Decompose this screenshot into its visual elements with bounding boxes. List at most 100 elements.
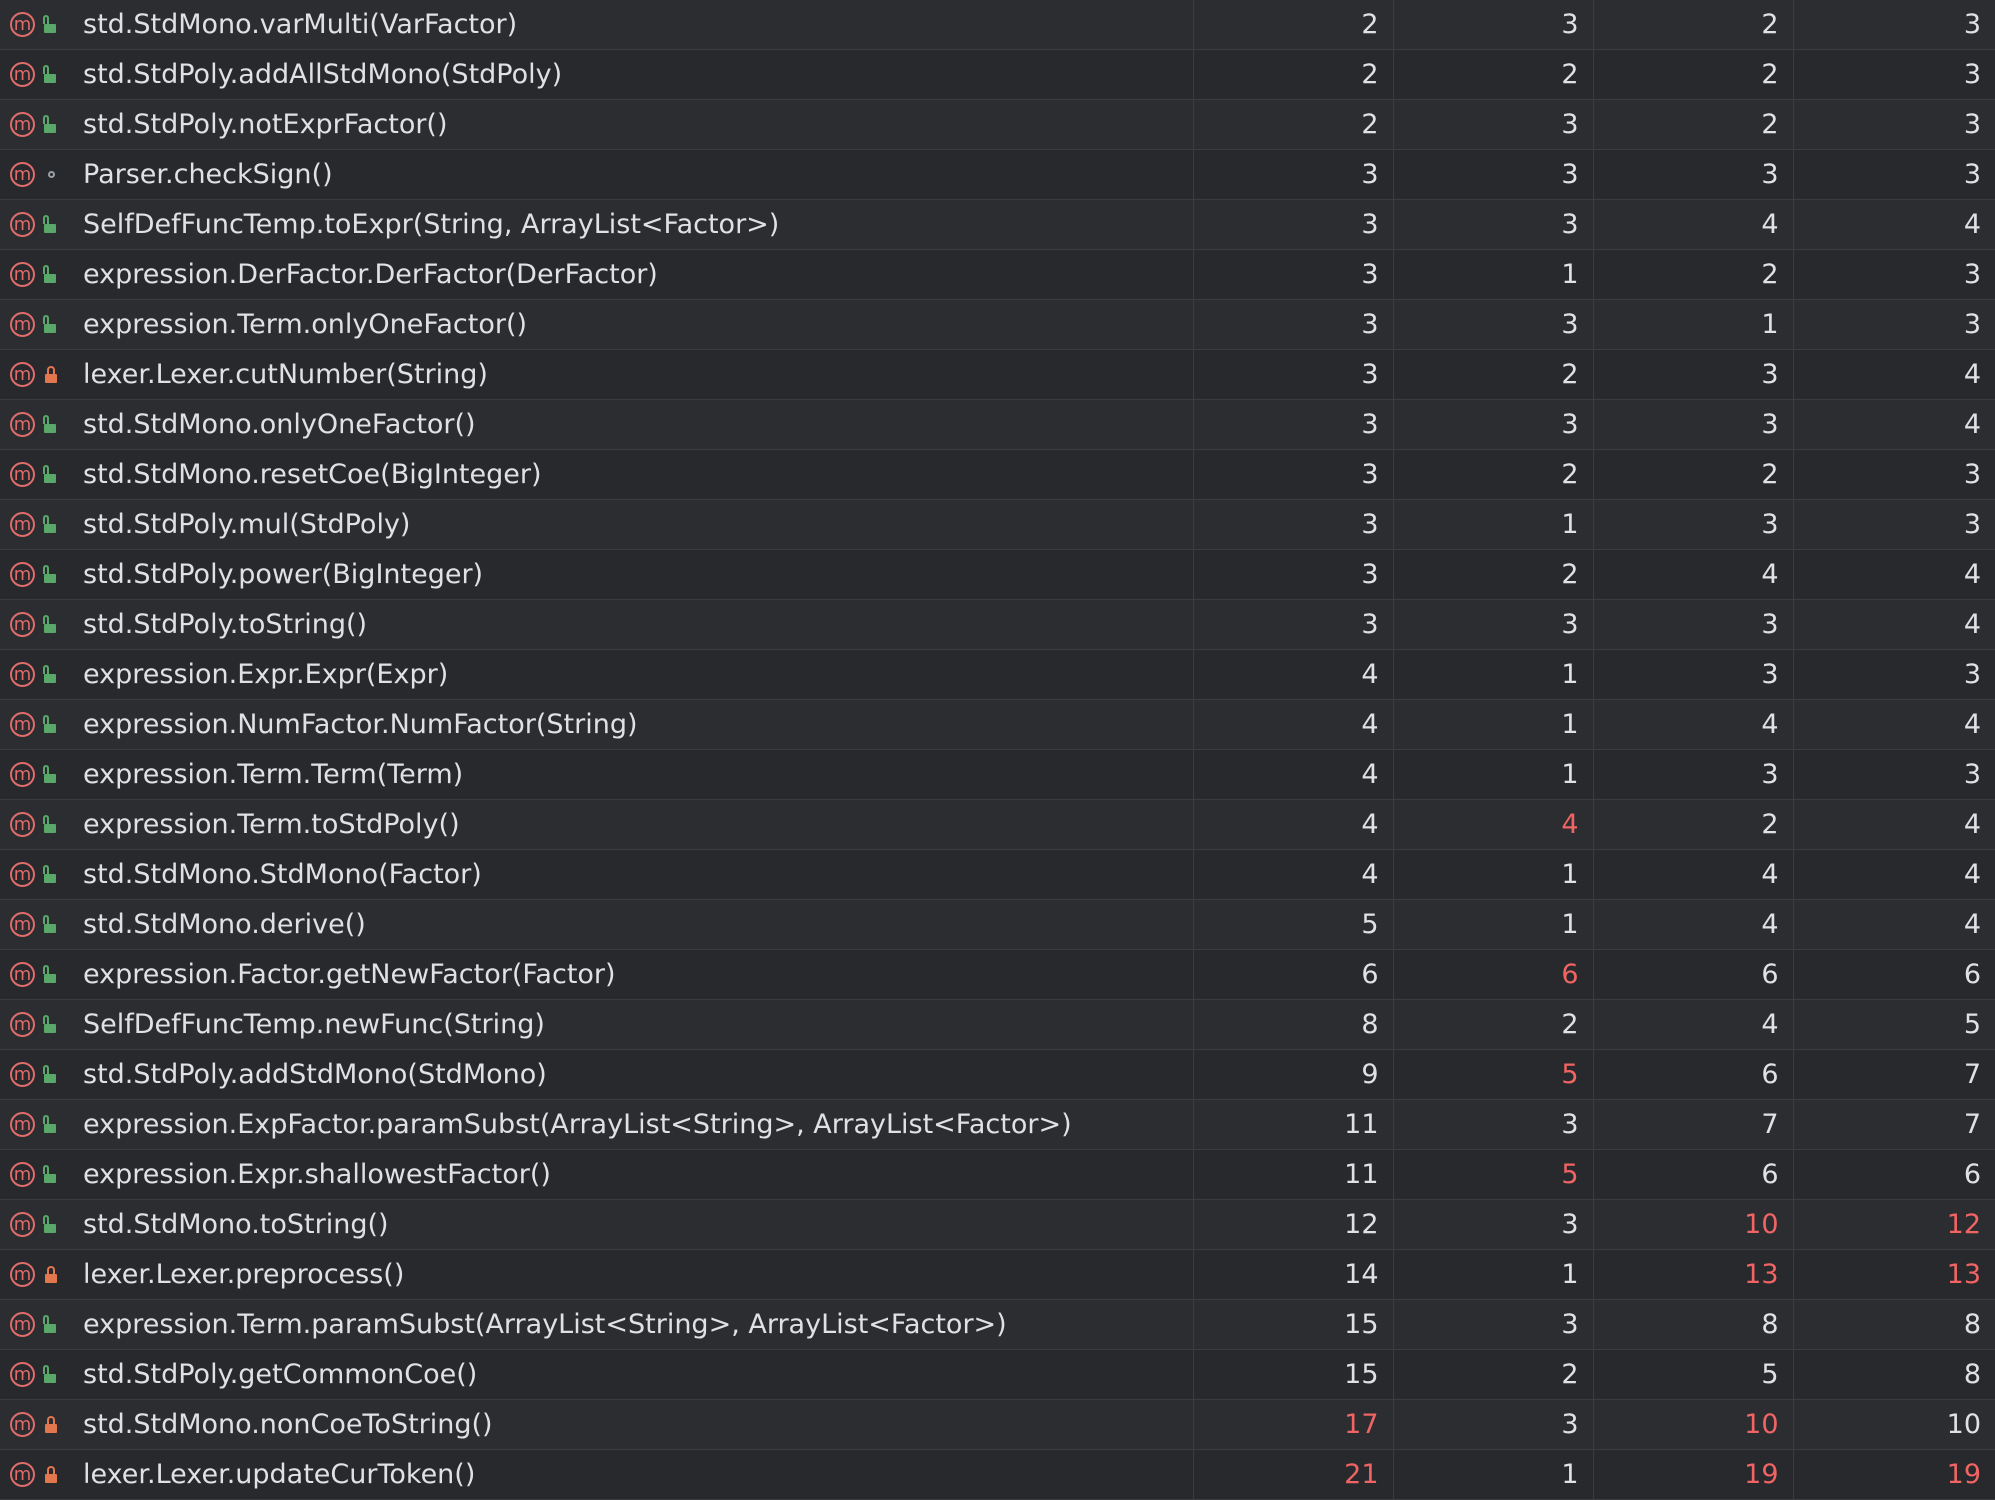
method-icon: m [10,862,35,887]
method-cell: m expression.NumFactor.NumFactor(String) [0,699,1193,750]
method-cell: m std.StdPoly.addAllStdMono(StdPoly) [0,49,1193,100]
metric-3-cell: 8 [1592,1299,1793,1350]
table-row[interactable]: m expression.Expr.Expr(Expr) 4 1 3 3 [0,649,1995,700]
metric-4-cell: 4 [1792,849,1995,900]
metric-4-cell: 3 [1792,449,1995,500]
metric-3-cell: 6 [1592,949,1793,1000]
method-cell-content: m expression.Term.onlyOneFactor() [0,300,1193,349]
metric-3-cell: 3 [1592,749,1793,800]
metric-1-cell: 3 [1192,549,1393,600]
private-lock-icon [39,1463,65,1487]
method-cell-content: m expression.Expr.shallowestFactor() [0,1150,1193,1199]
metric-2-cell: 5 [1392,1149,1593,1200]
metric-4-cell: 12 [1792,1199,1995,1250]
table-row[interactable]: m lexer.Lexer.updateCurToken() 21 1 19 19 [0,1449,1995,1500]
method-cell: m expression.Expr.shallowestFactor() [0,1149,1193,1200]
metric-1-cell: 3 [1192,299,1393,350]
public-lock-open-icon [39,713,65,737]
table-row[interactable]: m SelfDefFuncTemp.newFunc(String) 8 2 4 5 [0,999,1995,1050]
public-lock-open-icon [39,463,65,487]
table-row[interactable]: m expression.Factor.getNewFactor(Factor) 6… [0,949,1995,1000]
table-row[interactable]: m std.StdPoly.toString() 3 3 3 4 [0,599,1995,650]
metric-3-cell: 6 [1592,1149,1793,1200]
table-row[interactable]: m std.StdPoly.mul(StdPoly) 3 1 3 3 [0,499,1995,550]
metric-3-cell: 3 [1592,599,1793,650]
table-row[interactable]: m std.StdPoly.power(BigInteger) 3 2 4 4 [0,549,1995,600]
method-metrics-table: m std.StdMono.varMulti(VarFactor) 2 3 2 3 m std… [0,0,1995,1500]
table-row[interactable]: m std.StdMono.resetCoe(BigInteger) 3 2 2 3 [0,449,1995,500]
table-row[interactable]: m std.StdPoly.getCommonCoe() 15 2 5 8 [0,1349,1995,1400]
table-row[interactable]: m SelfDefFuncTemp.toExpr(String, ArrayLis… [0,199,1995,250]
table-row[interactable]: m expression.Term.onlyOneFactor() 3 3 1 3 [0,299,1995,350]
metric-2-cell: 1 [1392,499,1593,550]
method-cell-content: m SelfDefFuncTemp.toExpr(String, ArrayLis… [0,200,1193,249]
method-name: std.StdMono.varMulti(VarFactor) [83,9,518,40]
table-row[interactable]: m expression.Term.paramSubst(ArrayList<St… [0,1299,1995,1350]
metric-1-cell: 15 [1192,1299,1393,1350]
metric-3-cell: 4 [1592,999,1793,1050]
metric-1-cell: 3 [1192,199,1393,250]
metric-4-cell: 3 [1792,0,1995,50]
metric-3-cell: 19 [1592,1449,1793,1500]
metric-3-cell: 3 [1592,649,1793,700]
metrics-table-body: m std.StdMono.varMulti(VarFactor) 2 3 2 3 m std… [0,0,1995,1500]
table-row[interactable]: m std.StdMono.StdMono(Factor) 4 1 4 4 [0,849,1995,900]
method-name: expression.Term.paramSubst(ArrayList<Str… [83,1309,1007,1340]
table-row[interactable]: m lexer.Lexer.cutNumber(String) 3 2 3 4 [0,349,1995,400]
metric-1-cell: 3 [1192,399,1393,450]
metric-2-cell: 3 [1392,1199,1593,1250]
metric-3-cell: 10 [1592,1399,1793,1450]
metric-1-cell: 2 [1192,99,1393,150]
metric-3-cell: 7 [1592,1099,1793,1150]
metric-1-cell: 3 [1192,249,1393,300]
method-cell: m lexer.Lexer.updateCurToken() [0,1449,1193,1500]
public-lock-open-icon [39,213,65,237]
table-row[interactable]: m std.StdPoly.notExprFactor() 2 3 2 3 [0,99,1995,150]
metric-1-cell: 15 [1192,1349,1393,1400]
metric-4-cell: 5 [1792,999,1995,1050]
table-row[interactable]: m std.StdMono.toString() 12 3 10 12 [0,1199,1995,1250]
table-row[interactable]: m std.StdMono.derive() 5 1 4 4 [0,899,1995,950]
table-row[interactable]: m std.StdMono.varMulti(VarFactor) 2 3 2 3 [0,0,1995,50]
method-name: expression.Factor.getNewFactor(Factor) [83,959,616,990]
method-name: expression.Term.onlyOneFactor() [83,309,528,340]
method-name: std.StdMono.resetCoe(BigInteger) [83,459,542,490]
method-cell-content: m expression.Expr.Expr(Expr) [0,650,1193,699]
method-cell-content: m std.StdMono.onlyOneFactor() [0,400,1193,449]
metric-1-cell: 5 [1192,899,1393,950]
metric-2-cell: 1 [1392,699,1593,750]
method-cell-content: m std.StdPoly.addAllStdMono(StdPoly) [0,50,1193,99]
public-lock-open-icon [39,1163,65,1187]
table-row[interactable]: m expression.Term.toStdPoly() 4 4 2 4 [0,799,1995,850]
method-icon: m [10,12,35,37]
method-icon: m [10,712,35,737]
table-row[interactable]: m expression.NumFactor.NumFactor(String) 4… [0,699,1995,750]
table-row[interactable]: m expression.DerFactor.DerFactor(DerFacto… [0,249,1995,300]
metric-2-cell: 1 [1392,749,1593,800]
method-cell: m std.StdMono.varMulti(VarFactor) [0,0,1193,50]
method-cell: m SelfDefFuncTemp.toExpr(String, ArrayLis… [0,199,1193,250]
table-row[interactable]: m expression.Term.Term(Term) 4 1 3 3 [0,749,1995,800]
public-lock-open-icon [39,1063,65,1087]
table-row[interactable]: m std.StdPoly.addAllStdMono(StdPoly) 2 2 2 3 [0,49,1995,100]
table-row[interactable]: m lexer.Lexer.preprocess() 14 1 13 13 [0,1249,1995,1300]
public-lock-open-icon [39,563,65,587]
public-lock-open-icon [39,313,65,337]
method-name: std.StdPoly.power(BigInteger) [83,559,484,590]
metric-3-cell: 2 [1592,0,1793,50]
method-name: std.StdMono.derive() [83,909,366,940]
method-name: expression.ExpFactor.paramSubst(ArrayLis… [83,1109,1072,1140]
method-name: lexer.Lexer.updateCurToken() [83,1459,476,1490]
table-row[interactable]: m Parser.checkSign() 3 3 3 3 [0,149,1995,200]
method-name: expression.Expr.Expr(Expr) [83,659,449,690]
metric-1-cell: 11 [1192,1149,1393,1200]
table-row[interactable]: m std.StdPoly.addStdMono(StdMono) 9 5 6 7 [0,1049,1995,1100]
metric-4-cell: 3 [1792,299,1995,350]
table-row[interactable]: m std.StdMono.onlyOneFactor() 3 3 3 4 [0,399,1995,450]
method-cell: m expression.Factor.getNewFactor(Factor) [0,949,1193,1000]
method-name: expression.Term.Term(Term) [83,759,464,790]
table-row[interactable]: m expression.Expr.shallowestFactor() 11 5 6 6 [0,1149,1995,1200]
table-row[interactable]: m std.StdMono.nonCoeToString() 17 3 10 10 [0,1399,1995,1450]
table-row[interactable]: m expression.ExpFactor.paramSubst(ArrayLi… [0,1099,1995,1150]
method-cell: m std.StdMono.StdMono(Factor) [0,849,1193,900]
